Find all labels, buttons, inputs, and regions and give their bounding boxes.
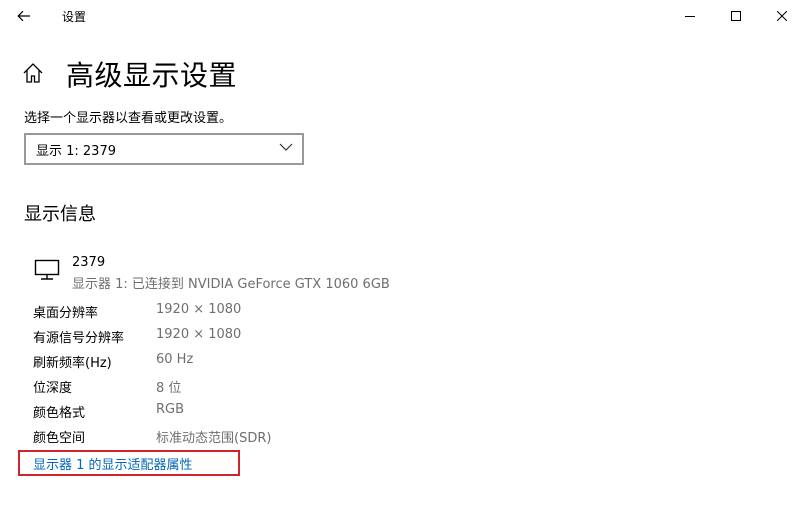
monitor-connection: 显示器 1: 已连接到 NVIDIA GeForce GTX 1060 6GB <box>72 277 390 292</box>
info-key: 位深度 <box>33 381 73 396</box>
close-icon <box>777 11 787 21</box>
display-dropdown[interactable]: 显示 1: 2379 <box>24 133 304 165</box>
info-value: 1920 × 1080 <box>156 302 242 317</box>
info-key: 颜色空间 <box>33 431 86 446</box>
minimize-icon <box>685 16 695 17</box>
monitor-name: 2379 <box>72 255 106 270</box>
window-title: 设置 <box>62 10 87 24</box>
info-key: 颜色格式 <box>33 406 86 421</box>
display-dropdown-value: 显示 1: 2379 <box>36 144 116 159</box>
title-bar: 设置 <box>0 0 805 32</box>
info-value: 8 位 <box>156 381 182 396</box>
chevron-down-icon <box>279 143 293 151</box>
close-button[interactable] <box>759 0 805 32</box>
display-select-label: 选择一个显示器以查看或更改设置。 <box>24 111 233 126</box>
info-key: 刷新频率(Hz) <box>33 356 112 371</box>
info-value: 60 Hz <box>156 352 194 367</box>
section-title: 显示信息 <box>24 204 96 225</box>
monitor-icon <box>34 259 60 281</box>
maximize-button[interactable] <box>713 0 759 32</box>
info-value: 1920 × 1080 <box>156 327 242 342</box>
back-button[interactable] <box>8 4 40 28</box>
info-key: 有源信号分辨率 <box>33 331 125 346</box>
info-value: 标准动态范围(SDR) <box>156 431 272 446</box>
minimize-button[interactable] <box>667 0 713 32</box>
home-icon[interactable] <box>22 62 44 84</box>
info-value: RGB <box>156 402 185 417</box>
maximize-icon <box>731 11 741 21</box>
info-key: 桌面分辨率 <box>33 306 99 321</box>
arrow-left-icon <box>17 10 30 22</box>
display-adapter-properties-link[interactable]: 显示器 1 的显示适配器属性 <box>33 454 193 473</box>
page-title: 高级显示设置 <box>66 59 238 92</box>
